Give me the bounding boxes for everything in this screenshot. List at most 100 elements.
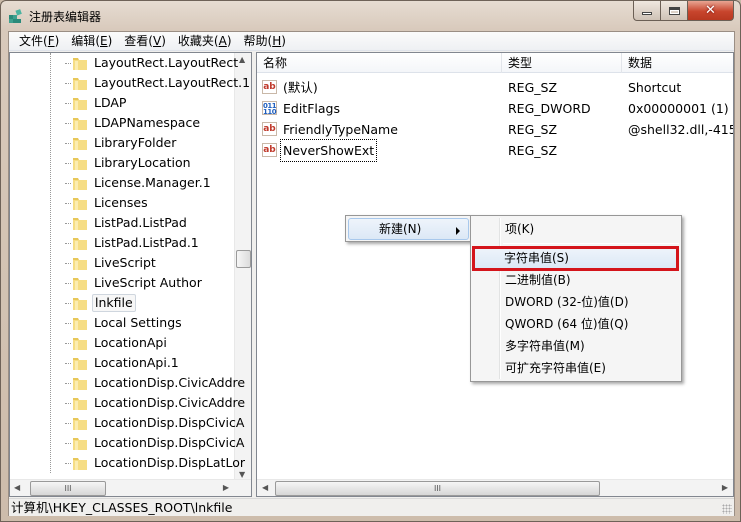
list-row[interactable]: 011 110 EditFlags REG_DWORD 0x00000001 (1)	[257, 98, 733, 119]
folder-icon	[72, 355, 88, 371]
list-horizontal-scroll-thumb[interactable]: III	[275, 481, 600, 496]
menu-3[interactable]: 收藏夹(A)	[172, 32, 238, 51]
tree-item-label: LocationDisp.CivicAddre	[94, 395, 246, 410]
list-row[interactable]: ab FriendlyTypeName REG_SZ @shell32.dll,-41…	[257, 119, 733, 140]
folder-icon	[72, 75, 88, 91]
expand-arrow-icon[interactable]	[57, 257, 63, 267]
caption-buttons: ✕	[633, 1, 734, 21]
submenu-item[interactable]: 多字符串值(M)	[471, 335, 681, 357]
expand-arrow-icon[interactable]	[57, 177, 63, 187]
tree-item[interactable]: LocationDisp.DispCivicA	[10, 433, 244, 453]
tree-item-label: LocationDisp.DispLatLor	[94, 455, 245, 470]
tree-horizontal-scrollbar[interactable]: ◀ III ▶	[10, 479, 251, 496]
tree-connector	[65, 183, 71, 184]
submenu-item[interactable]: 二进制值(B)	[471, 269, 681, 291]
tree-item[interactable]: LibraryLocation	[10, 153, 235, 173]
tree-item[interactable]: LocationApi.1	[10, 353, 235, 373]
scroll-left-icon[interactable]: ◀	[262, 483, 268, 492]
menu-4[interactable]: 帮助(H)	[238, 32, 292, 51]
menu-item-new[interactable]: 新建(N)	[348, 218, 469, 240]
expand-arrow-icon[interactable]	[57, 457, 63, 467]
tree-item[interactable]: Licenses	[10, 193, 235, 213]
scroll-right-icon[interactable]: ▶	[722, 483, 728, 492]
expand-arrow-icon[interactable]	[57, 357, 63, 367]
menu-item-new-label: 新建(N)	[379, 222, 422, 236]
submenu-item[interactable]: 项(K)	[471, 218, 681, 240]
folder-icon	[72, 455, 88, 471]
column-header-name[interactable]: 名称	[257, 53, 502, 73]
expand-arrow-icon[interactable]	[57, 157, 63, 167]
scroll-right-icon[interactable]: ▶	[223, 483, 229, 492]
minimize-button[interactable]	[633, 1, 661, 21]
minimize-icon	[642, 12, 652, 15]
tree-item[interactable]: lnkfile	[10, 293, 235, 313]
folder-icon	[72, 295, 88, 311]
tree-item[interactable]: ListPad.ListPad	[10, 213, 235, 233]
tree-item-label: LocationDisp.CivicAddre	[94, 375, 246, 390]
tree-item[interactable]: LayoutRect.LayoutRect.1	[10, 73, 250, 93]
key-tree-pane[interactable]: ▲ ▼ ◀ III ▶ LayoutRect.LayoutRect LayoutR…	[9, 52, 252, 497]
list-row[interactable]: ab (默认) REG_SZ Shortcut	[257, 77, 733, 98]
tree-item[interactable]: LibraryFolder	[10, 133, 235, 153]
tree-item[interactable]: LayoutRect.LayoutRect	[10, 53, 238, 73]
expand-arrow-icon[interactable]	[57, 237, 63, 247]
tree-item[interactable]: LocationDisp.CivicAddre	[10, 393, 245, 413]
tree-item[interactable]: ListPad.ListPad.1	[10, 233, 235, 253]
annotation-highlight-box	[472, 246, 679, 271]
expand-arrow-icon[interactable]	[57, 337, 63, 347]
tree-item-label: ListPad.ListPad.1	[94, 235, 199, 250]
tree-item-label: LDAPNamespace	[94, 115, 201, 130]
menu-2[interactable]: 查看(V)	[118, 32, 172, 51]
expand-arrow-icon[interactable]	[57, 317, 63, 327]
tree-item[interactable]: LocationDisp.DispCivicA	[10, 413, 244, 433]
menu-1[interactable]: 编辑(E)	[65, 32, 118, 51]
expand-arrow-icon[interactable]	[57, 97, 63, 107]
expand-arrow-icon[interactable]	[57, 57, 63, 67]
tree-item[interactable]: LDAP	[10, 93, 235, 113]
expand-arrow-icon[interactable]	[57, 137, 63, 147]
list-horizontal-scrollbar[interactable]: ◀ III ▶	[257, 479, 733, 496]
tree-connector	[65, 83, 71, 84]
list-row[interactable]: ab NeverShowExt REG_SZ	[257, 139, 733, 162]
tree-item[interactable]: License.Manager.1	[10, 173, 235, 193]
submenu-item[interactable]: 可扩充字符串值(E)	[471, 357, 681, 379]
tree-item-label: LayoutRect.LayoutRect	[94, 55, 239, 70]
submenu-item[interactable]: DWORD (32-位)值(D)	[471, 291, 681, 313]
tree-horizontal-scroll-thumb[interactable]: III	[30, 481, 106, 496]
tree-item[interactable]: LiveScript	[10, 253, 235, 273]
tree-connector	[65, 283, 71, 284]
tree-vertical-scroll-thumb[interactable]	[236, 250, 251, 268]
expand-arrow-icon[interactable]	[57, 77, 63, 87]
expand-arrow-icon[interactable]	[57, 217, 63, 227]
expand-arrow-icon[interactable]	[57, 277, 63, 287]
tree-item[interactable]: LocationDisp.CivicAddre	[10, 373, 245, 393]
string-value-icon: ab	[262, 80, 277, 94]
menu-label: 文件	[19, 33, 44, 48]
expand-arrow-icon[interactable]	[57, 377, 63, 387]
close-button[interactable]: ✕	[688, 1, 734, 21]
expand-arrow-icon[interactable]	[57, 297, 63, 307]
tree-item[interactable]: LocationApi	[10, 333, 235, 353]
expand-arrow-icon[interactable]	[57, 417, 63, 427]
column-header-type[interactable]: 类型	[502, 53, 622, 73]
scroll-left-icon[interactable]: ◀	[14, 483, 20, 492]
tree-item[interactable]: LocationDisp.DispLatLor	[10, 453, 245, 473]
tree-item[interactable]: Local Settings	[10, 313, 235, 333]
resize-grip-icon[interactable]	[722, 504, 732, 514]
column-header-data[interactable]: 数据	[622, 53, 733, 73]
expand-arrow-icon[interactable]	[57, 197, 63, 207]
submenu-item[interactable]: QWORD (64 位)值(Q)	[471, 313, 681, 335]
tree-connector	[65, 63, 71, 64]
menu-0[interactable]: 文件(F)	[13, 32, 65, 51]
folder-icon	[72, 435, 88, 451]
tree-item[interactable]: LiveScript Author	[10, 273, 235, 293]
tree-item-label: LayoutRect.LayoutRect.1	[94, 75, 251, 90]
menu-accelerator: A	[218, 33, 227, 48]
tree-item[interactable]: LDAPNamespace	[10, 113, 235, 133]
title-bar[interactable]: 注册表编辑器 ✕	[1, 1, 740, 31]
scroll-down-icon[interactable]: ▼	[239, 470, 245, 479]
expand-arrow-icon[interactable]	[57, 437, 63, 447]
expand-arrow-icon[interactable]	[57, 397, 63, 407]
maximize-button[interactable]	[661, 1, 688, 21]
expand-arrow-icon[interactable]	[57, 117, 63, 127]
